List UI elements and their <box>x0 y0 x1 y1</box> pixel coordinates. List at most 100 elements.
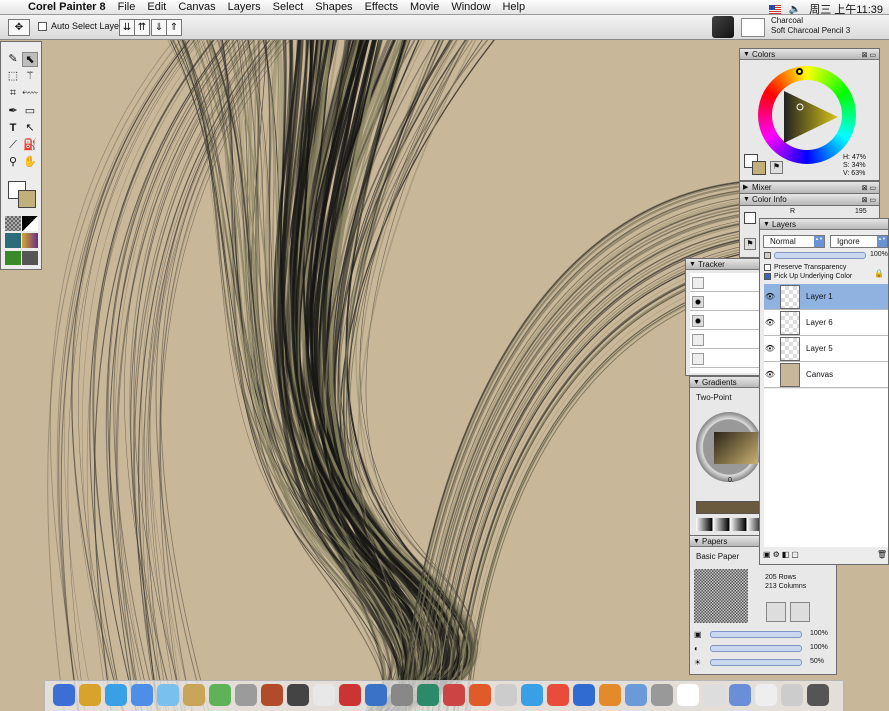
composite-method-select[interactable]: Normal <box>763 235 825 248</box>
gradient-type-label[interactable]: Two-Point <box>696 393 732 402</box>
paper-name-label[interactable]: Basic Paper <box>696 552 739 561</box>
layer-opacity-value[interactable]: 100% <box>870 251 888 258</box>
colors-main-swatch[interactable] <box>752 161 766 175</box>
menu-file[interactable]: File <box>118 1 136 13</box>
brush-variant-label[interactable]: Soft Charcoal Pencil 3 <box>771 26 850 36</box>
grabber-tool-icon[interactable]: ✋ <box>22 155 38 170</box>
dock-app-icon[interactable] <box>209 684 231 706</box>
dock-app-icon[interactable] <box>261 684 283 706</box>
speaker-icon[interactable]: 🔈 <box>789 4 801 15</box>
dock-app-icon[interactable] <box>677 684 699 706</box>
collapse-triangle-icon[interactable]: ▼ <box>743 194 750 205</box>
dock-app-icon[interactable] <box>105 684 127 706</box>
colors-title-bar[interactable]: ▼ Colors ⊠ ▭ <box>740 49 879 60</box>
visibility-eye-icon[interactable]: 👁 <box>764 344 776 353</box>
color-info-title-bar[interactable]: ▼ Color Info ⊠ ▭ <box>740 194 879 205</box>
dock-app-icon[interactable] <box>79 684 101 706</box>
layer-opacity-slider[interactable] <box>774 252 866 259</box>
layer-order-button-3[interactable]: ⇓ <box>151 19 167 36</box>
menu-canvas[interactable]: Canvas <box>178 1 215 13</box>
pick-up-underlying-checkbox[interactable] <box>764 273 771 280</box>
brush-category-label[interactable]: Charcoal <box>771 16 850 26</box>
dock-app-icon[interactable] <box>547 684 569 706</box>
layer-row-canvas[interactable]: 👁 Canvas <box>764 362 888 388</box>
dock-app-icon[interactable] <box>781 684 803 706</box>
dock-app-icon[interactable] <box>53 684 75 706</box>
saturation-value-triangle[interactable] <box>780 89 840 145</box>
menu-movie[interactable]: Movie <box>410 1 439 13</box>
weaving-selector-icon[interactable] <box>22 233 38 248</box>
paper-brightness-slider[interactable] <box>710 659 802 666</box>
dock-app-icon[interactable] <box>157 684 179 706</box>
brush-dab-icon[interactable] <box>692 353 704 365</box>
dock-app-icon[interactable] <box>391 684 413 706</box>
look-selector-icon[interactable] <box>5 251 21 265</box>
paper-scale-value[interactable]: 100% <box>810 630 828 637</box>
layer-adjuster-tool-icon[interactable]: ⬉ <box>22 52 38 67</box>
layers-empty-area[interactable] <box>764 389 888 547</box>
dock-app-icon[interactable] <box>599 684 621 706</box>
clone-color-icon[interactable]: ⚑ <box>770 161 783 174</box>
trash-icon[interactable]: 🗑 <box>877 550 887 562</box>
brush-tool-icon[interactable]: ✎ <box>5 52 21 67</box>
menu-layers[interactable]: Layers <box>228 1 261 13</box>
layer-row-layer-5[interactable]: 👁 Layer 5 <box>764 336 888 362</box>
dock-app-icon[interactable] <box>183 684 205 706</box>
brush-dab-icon[interactable] <box>692 315 704 327</box>
dropper-tool-icon[interactable]: ⟋ <box>5 138 21 153</box>
app-name-menu[interactable]: Corel Painter 8 <box>28 1 106 13</box>
dock-app-icon[interactable] <box>313 684 335 706</box>
dock-app-icon[interactable] <box>131 684 153 706</box>
layer-order-button-1[interactable]: ⇊ <box>119 19 135 36</box>
clone-icon[interactable]: ⚑ <box>744 238 756 250</box>
layer-commands-icon[interactable]: ▣ <box>763 550 771 562</box>
collapse-triangle-icon[interactable]: ▼ <box>693 536 700 547</box>
shape-selection-tool-icon[interactable]: ↖ <box>22 121 38 136</box>
new-layer-icon[interactable]: ▢ <box>791 550 799 562</box>
layer-order-button-2[interactable]: ⇈ <box>134 19 150 36</box>
expand-triangle-icon[interactable]: ▶ <box>743 182 748 193</box>
directional-grain-button[interactable] <box>790 602 810 622</box>
selection-adjuster-tool-icon[interactable]: ⬳ <box>22 86 38 101</box>
crop-tool-icon[interactable]: ⌗ <box>5 86 21 101</box>
brush-dab-icon[interactable] <box>692 296 704 308</box>
hue-indicator[interactable] <box>796 68 803 75</box>
visibility-eye-icon[interactable]: 👁 <box>764 292 776 301</box>
preserve-transparency-option[interactable]: Preserve Transparency <box>764 264 846 271</box>
paint-bucket-tool-icon[interactable]: ⛽ <box>22 138 38 153</box>
layers-title-bar[interactable]: ▼ Layers <box>760 219 888 230</box>
gradient-type-buttons[interactable] <box>696 518 762 531</box>
collapse-triangle-icon[interactable]: ▼ <box>743 49 750 60</box>
dock-app-icon[interactable] <box>235 684 257 706</box>
auto-select-checkbox-box[interactable] <box>38 21 47 31</box>
invert-paper-button[interactable] <box>766 602 786 622</box>
menu-effects[interactable]: Effects <box>365 1 398 13</box>
visibility-eye-icon[interactable]: 👁 <box>764 370 776 379</box>
pattern-selector-icon[interactable] <box>5 233 21 248</box>
dock-app-icon[interactable] <box>495 684 517 706</box>
magic-wand-tool-icon[interactable]: ⚚ <box>22 69 38 84</box>
menu-edit[interactable]: Edit <box>147 1 166 13</box>
brush-dab-icon[interactable] <box>692 334 704 346</box>
nozzle-selector-icon[interactable] <box>22 251 38 265</box>
color-info-palette[interactable]: ▼ Color Info ⊠ ▭ <box>739 193 880 205</box>
magnifier-tool-icon[interactable]: ⚲ <box>5 155 21 170</box>
dock-app-icon[interactable] <box>573 684 595 706</box>
layer-row-layer-6[interactable]: 👁 Layer 6 <box>764 310 888 336</box>
menu-help[interactable]: Help <box>502 1 525 13</box>
tracker-title-bar[interactable]: ▼ Tracker <box>686 259 762 270</box>
lock-icon[interactable]: 🔒 <box>874 269 884 278</box>
dock-app-icon[interactable] <box>755 684 777 706</box>
dynamic-plugins-icon[interactable]: ⚙ <box>773 550 780 562</box>
dock-app-icon[interactable] <box>703 684 725 706</box>
rectangle-shape-tool-icon[interactable]: ▭ <box>22 104 38 119</box>
tracker-brush-list[interactable] <box>690 273 760 373</box>
dock-app-icon[interactable] <box>521 684 543 706</box>
dock-app-icon[interactable] <box>365 684 387 706</box>
main-color-swatch[interactable] <box>18 190 36 208</box>
auto-select-layer-checkbox[interactable]: Auto Select Layer <box>38 21 122 31</box>
gradient-selector-icon[interactable] <box>22 216 38 231</box>
visibility-eye-icon[interactable]: 👁 <box>764 318 776 327</box>
menu-shapes[interactable]: Shapes <box>315 1 352 13</box>
dock-app-icon[interactable] <box>625 684 647 706</box>
